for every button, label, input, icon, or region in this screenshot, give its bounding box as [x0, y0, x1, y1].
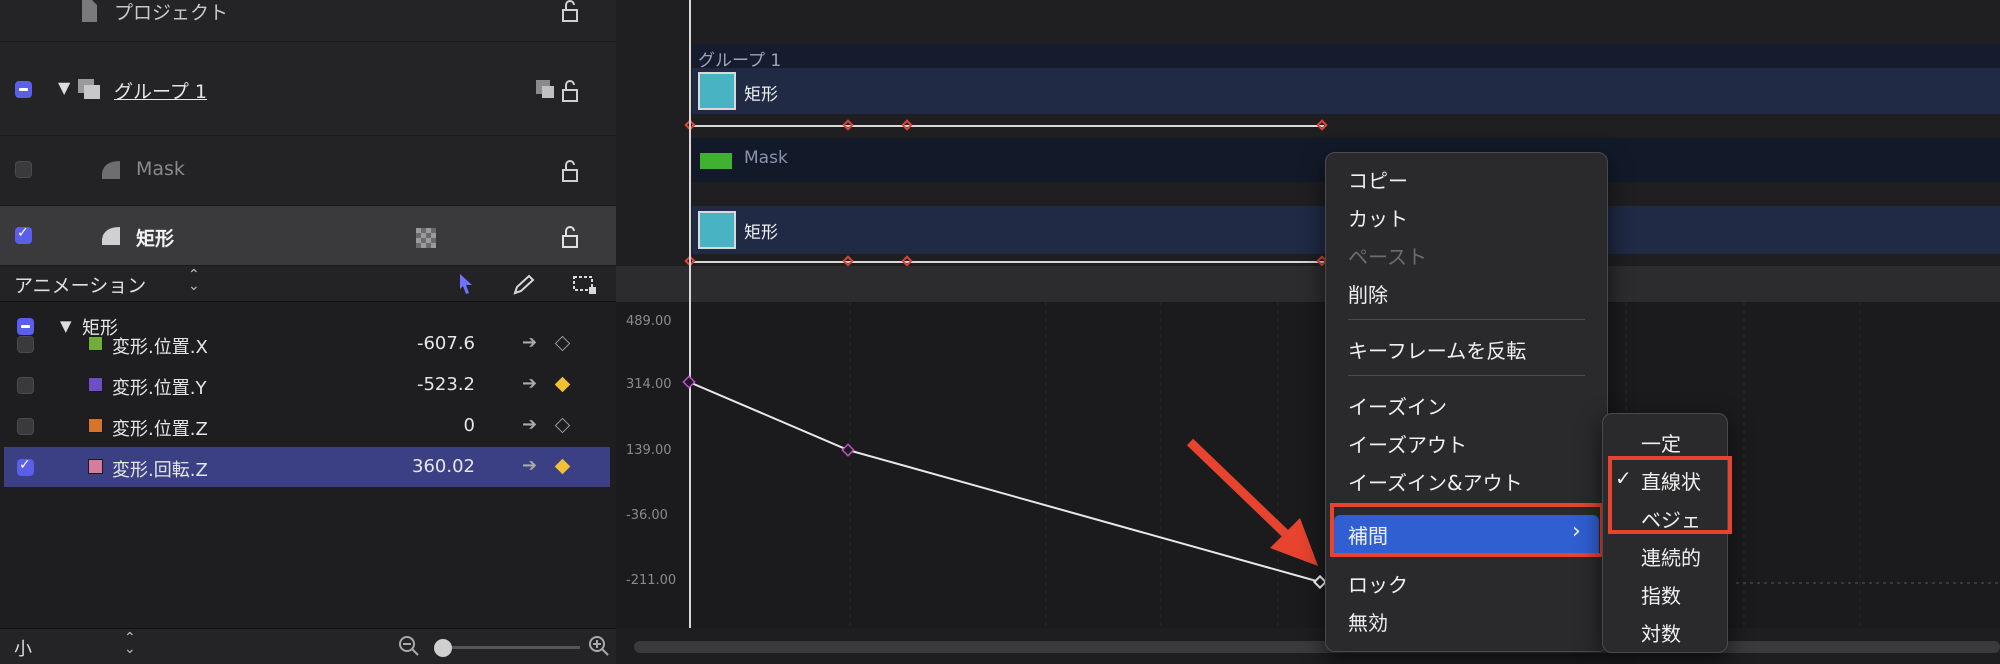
curve-keyframe[interactable]	[682, 375, 696, 389]
highlight-box-interpolation	[1330, 503, 1604, 557]
size-label[interactable]: 小	[14, 635, 32, 661]
submenu-item-logarithmic[interactable]: 対数	[1603, 618, 1727, 652]
submenu-item-continuous[interactable]: 連続的	[1603, 542, 1727, 576]
annotation-arrow	[1186, 438, 1296, 544]
curve-keyframe-selected[interactable]	[1312, 574, 1328, 590]
highlight-box-linear-bezier	[1608, 456, 1732, 534]
bottom-toolbar: 小 ⌃ ⌄	[0, 628, 616, 664]
menu-separator	[1348, 319, 1585, 320]
zoom-slider-thumb[interactable]	[434, 639, 452, 657]
menu-item-delete[interactable]: 削除	[1326, 279, 1607, 313]
menu-item-reverse-keyframes[interactable]: キーフレームを反転	[1326, 335, 1607, 369]
zoom-slider-track[interactable]	[440, 646, 580, 649]
context-menu: コピー カット ペースト 削除 キーフレームを反転 イーズイン イーズアウト イ…	[1325, 152, 1608, 652]
menu-item-disable[interactable]: 無効	[1326, 607, 1607, 641]
size-stepper-icon[interactable]: ⌃ ⌄	[124, 631, 136, 656]
menu-separator	[1348, 375, 1585, 376]
submenu-item-exponential[interactable]: 指数	[1603, 580, 1727, 614]
menu-item-lock[interactable]: ロック	[1326, 569, 1607, 603]
menu-item-ease-in[interactable]: イーズイン	[1326, 391, 1607, 425]
menu-item-ease-out[interactable]: イーズアウト	[1326, 429, 1607, 463]
menu-item-ease-in-out[interactable]: イーズイン&アウト	[1326, 467, 1607, 501]
menu-item-paste[interactable]: ペースト	[1326, 241, 1607, 275]
horizontal-scrollbar[interactable]	[634, 641, 2000, 653]
zoom-out-icon[interactable]	[398, 635, 420, 657]
graph-scrollbar-area	[616, 628, 2000, 664]
menu-item-cut[interactable]: カット	[1326, 203, 1607, 237]
curve-keyframe[interactable]	[841, 443, 855, 457]
menu-item-copy[interactable]: コピー	[1326, 165, 1607, 199]
zoom-in-icon[interactable]	[588, 635, 610, 657]
